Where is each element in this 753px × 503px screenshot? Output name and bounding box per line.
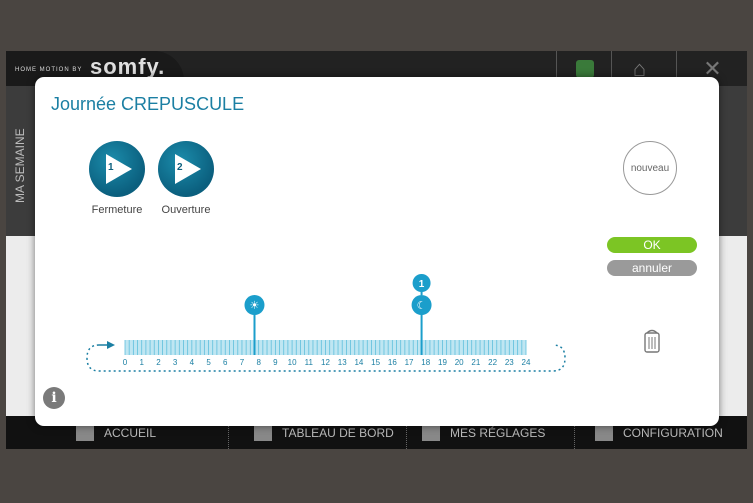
user-icon [422, 424, 440, 441]
scenario-badge: 1 [419, 279, 425, 290]
profile-icon [575, 59, 594, 78]
nav-label: ACCUEIL [104, 425, 157, 440]
hour-label: 0 [123, 358, 128, 367]
timeline-start-arrow [107, 341, 115, 349]
day-timeline[interactable]: 0 1 2 3 4 5 6 7 8 9 10 11 12 13 14 15 16 17 18 19 20 21 22 23 24… [85, 267, 575, 382]
home-icon [76, 424, 94, 441]
trash-icon[interactable] [643, 329, 661, 353]
hour-label: 8 [256, 358, 261, 367]
hour-label: 7 [240, 358, 245, 367]
nav-label: CONFIGURATION [623, 425, 723, 440]
hour-label: 13 [338, 358, 347, 367]
hour-label: 4 [190, 358, 195, 367]
gear-icon [595, 424, 613, 441]
nav-label: TABLEAU DE BORD [282, 425, 394, 440]
hour-label: 3 [173, 358, 178, 367]
scenario-number: 1 [108, 162, 114, 173]
timeline-bar [124, 340, 527, 355]
dialog-title: Journée CREPUSCULE [51, 94, 245, 114]
hour-label: 18 [421, 358, 430, 367]
hour-label: 11 [305, 358, 314, 367]
dashboard-icon [254, 424, 272, 441]
hour-label: 12 [321, 358, 330, 367]
hour-label: 17 [405, 358, 414, 367]
hour-label: 6 [223, 358, 228, 367]
moon-icon: ☾ [417, 299, 427, 312]
nav-label: MES RÉGLAGES [450, 425, 546, 440]
scenario-label: Fermeture [91, 204, 143, 216]
scenario-label: Ouverture [161, 204, 211, 216]
play-scenario-icon: 1 [89, 141, 145, 197]
hour-label: 14 [354, 358, 363, 367]
cancel-button[interactable]: annuler [607, 260, 697, 276]
scenario-fermeture[interactable]: 1 Fermeture [87, 141, 147, 216]
hour-label: 2 [156, 358, 161, 367]
hour-label: 23 [505, 358, 514, 367]
new-scenario-button[interactable]: nouveau [623, 141, 677, 195]
hour-label: 24 [522, 358, 531, 367]
ok-button[interactable]: OK [607, 237, 697, 253]
brand-tagline: HOME MOTION BY [15, 67, 83, 73]
hour-label: 10 [288, 358, 297, 367]
scenario-number: 2 [177, 162, 183, 173]
scenario-ouverture[interactable]: 2 Ouverture [156, 141, 216, 216]
hour-label: 20 [455, 358, 464, 367]
hour-label: 16 [388, 358, 397, 367]
hour-label: 22 [488, 358, 497, 367]
play-scenario-icon: 2 [158, 141, 214, 197]
hour-label: 5 [206, 358, 211, 367]
hour-label: 19 [438, 358, 447, 367]
hour-label: 15 [371, 358, 380, 367]
day-editor-dialog: Journée CREPUSCULE 1 Fermeture 2 Ouvertu… [35, 77, 719, 426]
hour-label: 9 [273, 358, 278, 367]
sunrise-icon: ☀ [250, 299, 260, 312]
hour-label: 1 [139, 358, 144, 367]
hour-label: 21 [471, 358, 480, 367]
side-tab-label[interactable]: MA SEMAINE [6, 91, 34, 241]
info-button[interactable]: i [43, 387, 65, 409]
timeline-hours: 0 1 2 3 4 5 6 7 8 9 10 11 12 13 14 15 16 17 18 19 20 21 22 23 24 [123, 358, 531, 367]
